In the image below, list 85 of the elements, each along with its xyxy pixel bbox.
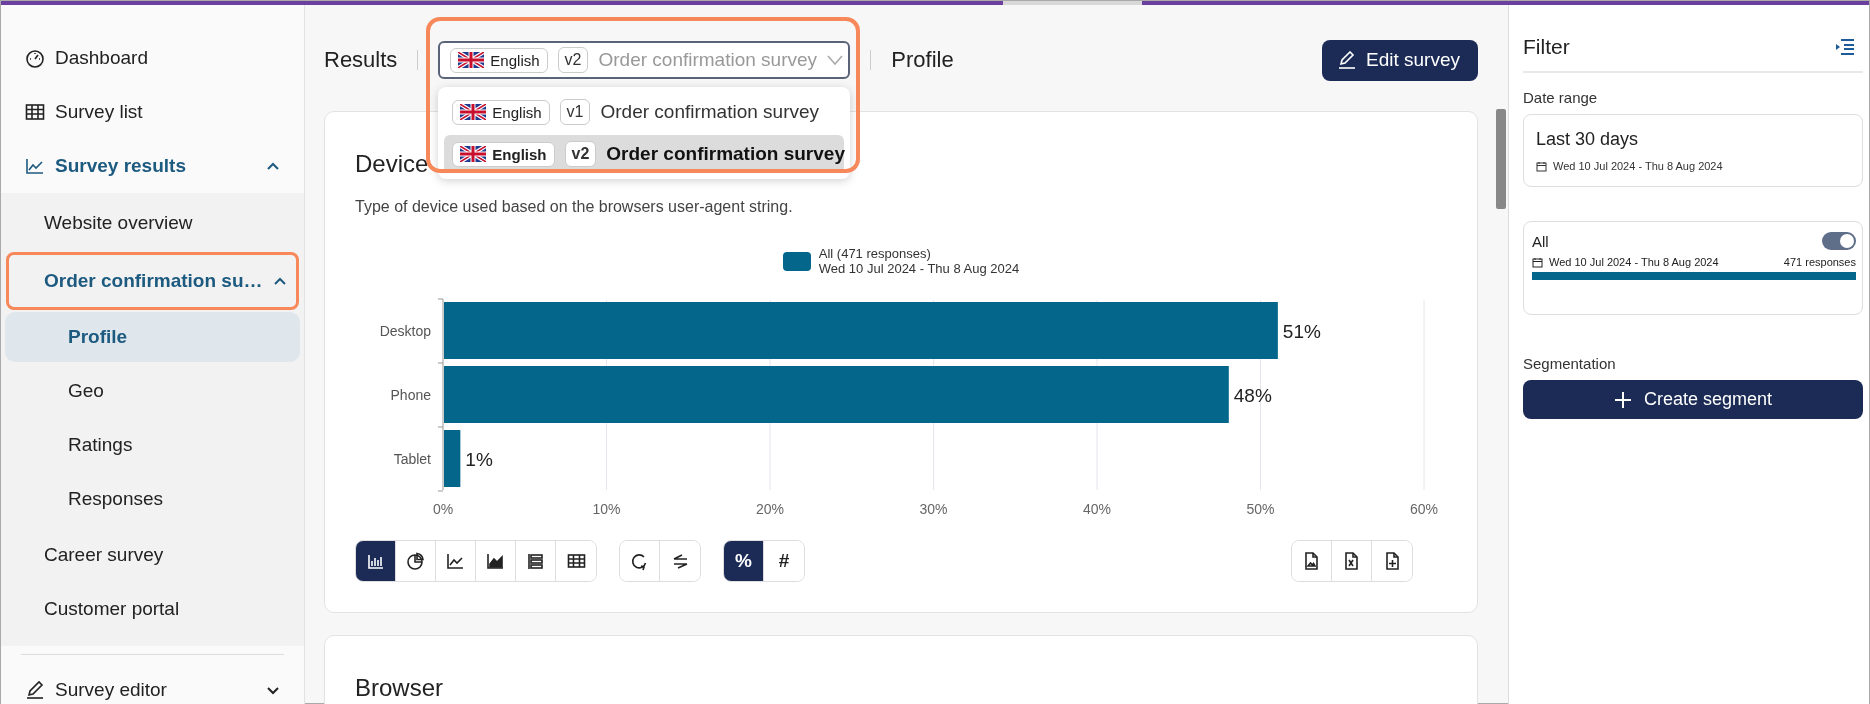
survey-select[interactable]: English v2 Order confirmation survey — [438, 41, 851, 79]
axis-tick-label: 60% — [1410, 501, 1438, 517]
reset-button[interactable] — [620, 541, 660, 581]
line-chart-icon — [446, 551, 465, 571]
version-badge: v1 — [559, 99, 591, 125]
axis-tick-label: 50% — [1246, 501, 1275, 517]
sidebar-item[interactable]: Dashboard — [1, 31, 304, 85]
category-label: Desktop — [379, 322, 431, 339]
axis-tick-label: 40% — [1083, 501, 1111, 517]
line-chart-icon — [25, 157, 45, 175]
chart-type-button[interactable] — [356, 541, 396, 581]
table-icon — [566, 551, 586, 571]
card-description: Type of device used based on the browsers user-agent string. — [355, 198, 793, 216]
axis-tick-label: 10% — [592, 501, 621, 517]
sidebar-item[interactable]: Survey list — [1, 85, 304, 139]
area-chart-icon — [486, 551, 505, 571]
pie-chart-icon — [406, 551, 425, 571]
date-range-value: Last 30 days — [1536, 129, 1640, 150]
axis-tick-label: 0% — [432, 501, 454, 517]
category-label: Phone — [390, 386, 431, 403]
sidebar-item[interactable]: Survey results — [1, 139, 304, 193]
section-label: Date range — [1523, 89, 1599, 106]
gauge-icon — [25, 48, 45, 68]
language-badge: English — [452, 141, 555, 167]
axis-tick-label: 30% — [919, 501, 948, 517]
uk-flag-icon — [460, 146, 487, 162]
sidebar-item[interactable]: Survey editor — [1, 663, 304, 704]
table-icon — [25, 103, 45, 121]
calendar-icon — [1536, 160, 1547, 172]
sidebar-item[interactable]: Ratings — [5, 420, 300, 470]
uk-flag-icon — [460, 104, 487, 120]
stacked-bars-icon — [526, 551, 545, 571]
option-label: Order confirmation survey — [600, 101, 820, 123]
legend-dates: Wed 10 Jul 2024 - Thu 8 Aug 2024 — [818, 261, 1020, 276]
page-title: Profile — [891, 47, 954, 73]
pencil-icon — [1338, 51, 1356, 69]
caret-up-icon — [266, 161, 280, 171]
create-segment-button[interactable]: Create segment — [1523, 380, 1863, 419]
value-mode-button[interactable]: % — [724, 541, 764, 581]
version-badge: v2 — [564, 141, 597, 167]
legend-label: All (471 responses) — [818, 246, 932, 261]
language-badge: English — [452, 99, 550, 125]
sidebar-item[interactable]: Profile — [5, 312, 300, 362]
response-count: 471 responses — [1783, 256, 1856, 268]
refresh-icon — [630, 551, 649, 571]
spreadsheet-file-icon — [1342, 551, 1361, 571]
sidebar-item[interactable]: Order confirmation su… — [6, 252, 299, 310]
image-file-icon — [1302, 551, 1321, 571]
axis-tick-label: 20% — [756, 501, 784, 517]
dropdown-option[interactable]: English v1 Order confirmation survey — [444, 93, 845, 131]
toggle-switch[interactable] — [1822, 232, 1856, 250]
date-range-dates: Wed 10 Jul 2024 - Thu 8 Aug 2024 — [1553, 160, 1723, 172]
value-label: 48% — [1233, 384, 1272, 406]
sidebar-item[interactable]: Website overview — [1, 196, 304, 250]
plus-icon — [1613, 390, 1632, 409]
segment-dates: Wed 10 Jul 2024 - Thu 8 Aug 2024 — [1549, 256, 1719, 268]
value-label: 51% — [1282, 320, 1321, 342]
value-label: 1% — [465, 448, 493, 470]
collapse-panel-icon[interactable] — [1835, 38, 1855, 56]
date-range-picker[interactable]: Last 30 days Wed 10 Jul 2024 - Thu 8 Aug 2024 — [1523, 114, 1863, 187]
breadcrumb-link[interactable]: Results — [324, 47, 398, 73]
pencil-icon — [25, 680, 45, 700]
caret-down-icon — [266, 685, 280, 695]
card-title: Device — [355, 150, 429, 179]
chevron-down-icon — [827, 55, 844, 65]
export-button[interactable] — [1292, 541, 1332, 581]
bar — [444, 430, 461, 487]
section-label: Segmentation — [1523, 355, 1617, 372]
card-title: Browser — [355, 674, 444, 703]
caret-up-icon — [272, 276, 287, 286]
sidebar-item[interactable]: Career survey — [1, 528, 304, 582]
language-badge: English — [450, 47, 548, 73]
sidebar-item[interactable]: Customer portal — [1, 582, 304, 636]
legend-swatch — [782, 251, 811, 271]
sidebar-item[interactable]: Geo — [5, 366, 300, 416]
category-label: Tablet — [393, 450, 431, 467]
scrollbar-thumb[interactable] — [1496, 109, 1506, 209]
panel-title: Filter — [1523, 35, 1570, 59]
edit-survey-button[interactable]: Edit survey — [1322, 39, 1478, 81]
segment-name: All — [1532, 232, 1549, 250]
calendar-icon — [1532, 256, 1543, 268]
version-badge: v2 — [557, 47, 589, 73]
option-label: Order confirmation survey — [606, 143, 845, 165]
uk-flag-icon — [458, 52, 485, 68]
sidebar-item[interactable]: Responses — [5, 474, 300, 524]
